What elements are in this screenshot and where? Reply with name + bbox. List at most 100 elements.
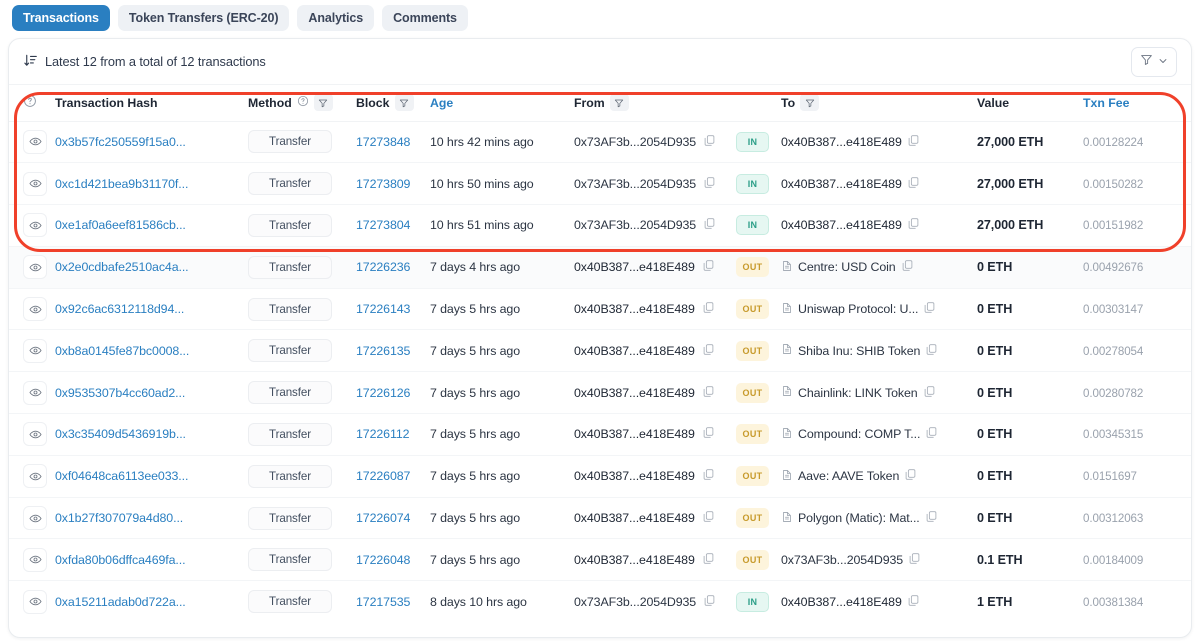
block-link[interactable]: 17226135 (356, 344, 410, 358)
eye-icon[interactable] (23, 464, 47, 489)
block-link[interactable]: 17226048 (356, 553, 410, 567)
eye-icon[interactable] (23, 380, 47, 405)
eye-icon[interactable] (23, 506, 47, 531)
copy-icon[interactable] (925, 426, 938, 442)
block-link[interactable]: 17273804 (356, 218, 410, 232)
transaction-hash-link[interactable]: 0x2e0cdbafe2510ac4a... (55, 260, 189, 274)
copy-icon[interactable] (923, 385, 936, 401)
block-link[interactable]: 17226087 (356, 469, 410, 483)
copy-icon[interactable] (923, 301, 936, 317)
block-link[interactable]: 17226236 (356, 260, 410, 274)
from-address[interactable]: 0x73AF3b...2054D935 (574, 595, 696, 609)
copy-icon[interactable] (702, 343, 715, 359)
eye-icon[interactable] (23, 297, 47, 322)
method-badge[interactable]: Transfer (248, 213, 332, 237)
tab-transactions[interactable]: Transactions (12, 5, 110, 31)
block-link[interactable]: 17226074 (356, 511, 410, 525)
block-link[interactable]: 17226143 (356, 302, 410, 316)
to-address[interactable]: Polygon (Matic): Mat... (798, 511, 920, 525)
to-address[interactable]: Uniswap Protocol: U... (798, 302, 918, 316)
transaction-hash-link[interactable]: 0x92c6ac6312118d94... (55, 302, 184, 316)
eye-icon[interactable] (23, 589, 47, 614)
copy-icon[interactable] (908, 552, 921, 568)
transaction-hash-link[interactable]: 0xfda80b06dffca469fa... (55, 553, 186, 567)
block-link[interactable]: 17226112 (356, 427, 410, 441)
method-badge[interactable]: Transfer (248, 422, 332, 446)
transaction-hash-link[interactable]: 0xb8a0145fe87bc0008... (55, 344, 189, 358)
to-address[interactable]: Centre: USD Coin (798, 260, 896, 274)
to-address[interactable]: 0x73AF3b...2054D935 (781, 553, 903, 567)
block-filter-icon[interactable] (394, 94, 414, 112)
method-badge[interactable]: Transfer (248, 130, 332, 154)
copy-icon[interactable] (703, 134, 716, 150)
copy-icon[interactable] (907, 176, 920, 192)
from-filter-icon[interactable] (609, 94, 629, 112)
method-badge[interactable]: Transfer (248, 297, 332, 321)
method-badge[interactable]: Transfer (248, 255, 332, 279)
eye-icon[interactable] (23, 129, 47, 154)
eye-icon[interactable] (23, 213, 47, 238)
copy-icon[interactable] (925, 343, 938, 359)
tab-token-transfers-erc-20[interactable]: Token Transfers (ERC-20) (117, 5, 290, 31)
copy-icon[interactable] (702, 468, 715, 484)
eye-icon[interactable] (23, 255, 47, 280)
copy-icon[interactable] (925, 510, 938, 526)
from-address[interactable]: 0x73AF3b...2054D935 (574, 177, 696, 191)
help-circle-icon[interactable] (23, 95, 37, 111)
eye-icon[interactable] (23, 338, 47, 363)
value-cell: 0.1 ETH (977, 538, 1083, 582)
copy-icon[interactable] (702, 426, 715, 442)
transaction-hash-link[interactable]: 0x9535307b4cc60ad2... (55, 386, 185, 400)
transaction-hash-link[interactable]: 0x3b57fc250559f15a0... (55, 135, 186, 149)
block-link[interactable]: 17273809 (356, 177, 410, 191)
to-address[interactable]: Shiba Inu: SHIB Token (798, 344, 920, 358)
to-address[interactable]: Compound: COMP T... (798, 427, 920, 441)
from-address[interactable]: 0x73AF3b...2054D935 (574, 135, 696, 149)
method-badge[interactable]: Transfer (248, 506, 332, 530)
block-link[interactable]: 17226126 (356, 386, 410, 400)
to-address[interactable]: Chainlink: LINK Token (798, 386, 918, 400)
copy-icon[interactable] (907, 217, 920, 233)
copy-icon[interactable] (703, 594, 716, 610)
col-txn-fee[interactable]: Txn Fee (1083, 85, 1191, 122)
copy-icon[interactable] (703, 176, 716, 192)
block-link[interactable]: 17273848 (356, 135, 410, 149)
tab-analytics[interactable]: Analytics (297, 5, 375, 31)
copy-icon[interactable] (901, 259, 914, 275)
method-badge[interactable]: Transfer (248, 548, 332, 572)
copy-icon[interactable] (702, 385, 715, 401)
from-address[interactable]: 0x73AF3b...2054D935 (574, 218, 696, 232)
eye-icon[interactable] (23, 171, 47, 196)
copy-icon[interactable] (702, 259, 715, 275)
method-badge[interactable]: Transfer (248, 590, 332, 614)
block-link[interactable]: 17217535 (356, 595, 410, 609)
eye-icon[interactable] (23, 547, 47, 572)
age-cell: 8 days 10 hrs ago (430, 581, 574, 623)
method-badge[interactable]: Transfer (248, 339, 332, 363)
eye-icon[interactable] (23, 422, 47, 447)
copy-icon[interactable] (702, 510, 715, 526)
sort-descending-icon[interactable] (23, 53, 38, 71)
method-badge[interactable]: Transfer (248, 464, 332, 488)
copy-icon[interactable] (703, 217, 716, 233)
copy-icon[interactable] (904, 468, 917, 484)
method-badge[interactable]: Transfer (248, 381, 332, 405)
transaction-hash-link[interactable]: 0xa15211adab0d722a... (55, 595, 186, 609)
method-badge[interactable]: Transfer (248, 172, 332, 196)
transaction-hash-link[interactable]: 0xc1d421bea9b31170f... (55, 177, 188, 191)
transaction-hash-link[interactable]: 0xf04648ca6113ee033... (55, 469, 188, 483)
method-filter-icon[interactable] (313, 94, 333, 112)
to-address[interactable]: Aave: AAVE Token (798, 469, 899, 483)
help-circle-icon[interactable] (297, 95, 309, 110)
copy-icon[interactable] (907, 594, 920, 610)
transaction-hash-link[interactable]: 0x3c35409d5436919b... (55, 427, 186, 441)
filter-button[interactable] (1131, 46, 1177, 77)
copy-icon[interactable] (702, 552, 715, 568)
tab-comments[interactable]: Comments (382, 5, 468, 31)
copy-icon[interactable] (702, 301, 715, 317)
transaction-hash-link[interactable]: 0xe1af0a6eef81586cb... (55, 218, 186, 232)
transaction-hash-link[interactable]: 0x1b27f307079a4d80... (55, 511, 183, 525)
to-filter-icon[interactable] (800, 94, 820, 112)
col-age[interactable]: Age (430, 85, 574, 122)
copy-icon[interactable] (907, 134, 920, 150)
